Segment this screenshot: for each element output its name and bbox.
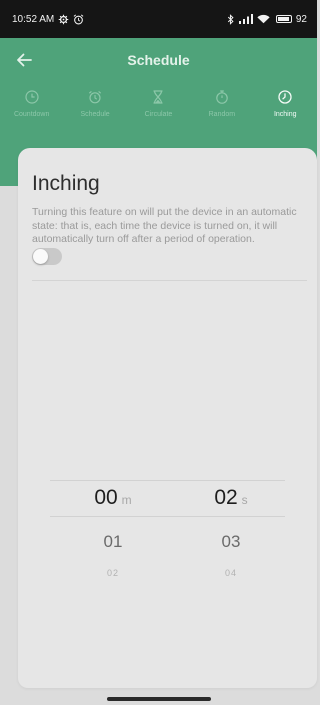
status-time: 10:52 AM [12,13,55,25]
tab-schedule[interactable]: Schedule [65,90,125,140]
signal-icon [238,14,253,24]
minutes-next: 01 [103,532,123,551]
minutes-wheel[interactable]: 00 m 01 02 [68,480,158,590]
toggle-knob [33,249,48,264]
clock-icon [25,90,39,104]
inching-card: Inching Turning this feature on will put… [18,148,317,688]
seconds-wheel[interactable]: 02 s 03 04 [186,480,276,590]
alarm-icon [73,14,84,25]
alarm-clock-icon [88,90,102,104]
time-picker: 00 m 01 02 02 s 03 04 [50,480,285,590]
tab-random[interactable]: Random [192,90,252,140]
bluetooth-icon [227,13,235,25]
home-indicator[interactable] [107,697,211,701]
tab-circulate[interactable]: Circulate [128,90,188,140]
tab-label: Circulate [144,111,173,118]
tab-inching[interactable]: Inching [255,90,315,140]
card-description: Turning this feature on will put the dev… [32,206,297,245]
status-left: 10:52 AM [12,14,84,25]
tab-label: Random [208,111,236,118]
card-title: Inching [32,172,100,195]
seconds-next: 03 [221,532,241,551]
minutes-selected: 00 m [68,486,158,510]
inching-toggle[interactable] [32,248,62,265]
seconds-selected: 02 s [186,486,276,510]
seconds-unit: s [241,493,248,507]
battery-icon [275,15,292,23]
stopwatch-icon [215,90,229,104]
minutes-unit: m [121,493,132,507]
seconds-next2: 04 [224,568,237,578]
minutes-next2: 02 [106,568,119,578]
status-right: 92 [227,14,307,25]
tab-label: Inching [273,111,297,118]
gear-icon [58,14,69,25]
tab-countdown[interactable]: Countdown [2,90,62,140]
clock-check-icon [278,90,292,104]
minutes-value: 00 [94,486,118,509]
page-title: Schedule [127,52,190,68]
status-bar: 10:52 AM 92 [0,0,317,38]
hourglass-icon [151,90,165,104]
tab-label: Countdown [13,111,50,118]
tab-label: Schedule [80,111,110,118]
battery-level: 92 [295,13,307,25]
wifi-icon [257,14,270,24]
seconds-value: 02 [214,486,238,509]
divider [32,280,307,281]
tab-bar: Countdown Schedule Circulate Random Inch… [0,90,317,140]
